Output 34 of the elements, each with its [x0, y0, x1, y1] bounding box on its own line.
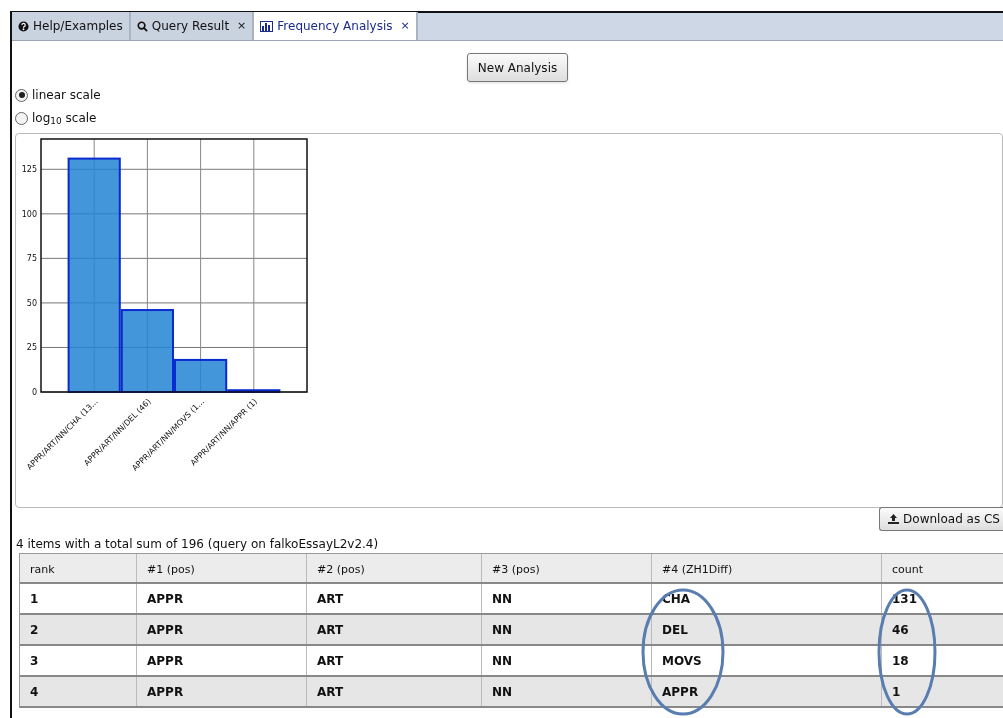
axis-tick-label: 50	[26, 298, 37, 308]
axis-tick-label: 0	[31, 388, 37, 397]
table-cell: 3	[20, 646, 137, 675]
table-cell: DEL	[652, 615, 882, 644]
axis-tick-label: 125	[21, 165, 37, 175]
tab-label: Frequency Analysis	[277, 18, 393, 35]
table-cell: APPR	[137, 677, 307, 706]
axis-tick-label: 75	[26, 254, 37, 264]
table-cell: NN	[482, 677, 652, 706]
axis-tick-label: 25	[26, 343, 37, 353]
table-cell: APPR	[137, 646, 307, 675]
table-cell: NN	[482, 584, 652, 613]
radio-label: linear scale	[32, 87, 101, 104]
table-cell: 1	[20, 584, 137, 613]
table-cell: APPR	[137, 615, 307, 644]
table-cell: 2	[20, 615, 137, 644]
table-cell: NN	[482, 615, 652, 644]
table-cell: ART	[307, 677, 482, 706]
table-cell: 1	[882, 677, 1003, 706]
table-cell: MOVS	[652, 646, 882, 675]
axis-tick-label: 100	[21, 209, 37, 219]
table-cell: 18	[882, 646, 1003, 675]
table-cell: NN	[482, 646, 652, 675]
tab-label: Help/Examples	[33, 18, 123, 35]
summary-text: 4 items with a total sum of 196 (query on falkoEssayL2v2.4)	[15, 536, 380, 553]
table-cell: 4	[20, 677, 137, 706]
tab-label: Query Result	[151, 18, 230, 35]
table-cell: 46	[882, 615, 1003, 644]
radio-label: log$_{10}$ scale	[32, 110, 97, 127]
table-cell: APPR	[652, 677, 882, 706]
table-cell: APPR	[137, 584, 307, 613]
table-cell: ART	[307, 615, 482, 644]
table-cell: ART	[307, 584, 482, 613]
table-cell: ART	[307, 646, 482, 675]
